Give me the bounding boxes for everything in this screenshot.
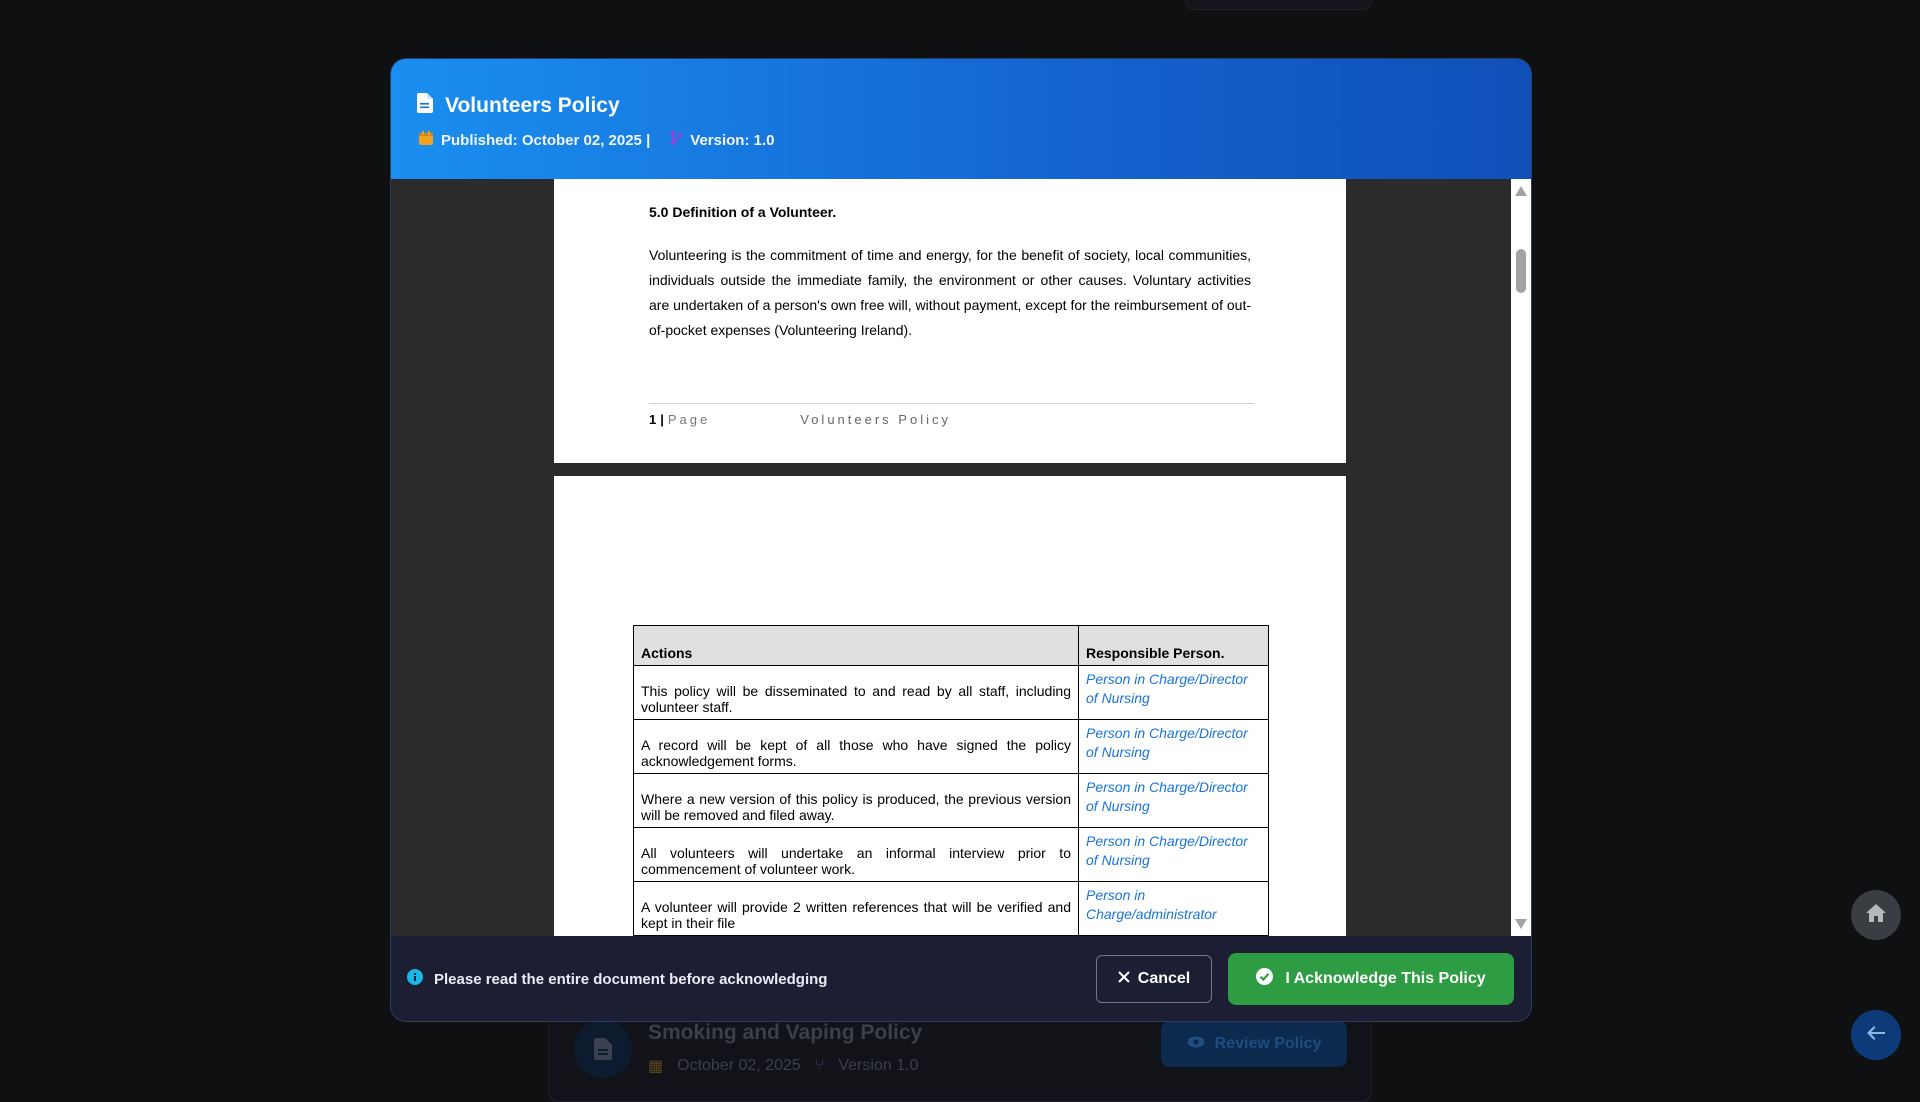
- background-document-icon: [574, 1020, 632, 1078]
- back-button[interactable]: [1851, 1010, 1901, 1060]
- table-cell-action: This policy will be disseminated to and …: [633, 665, 1079, 720]
- scroll-up-arrow[interactable]: [1515, 183, 1527, 201]
- acknowledge-label: I Acknowledge This Policy: [1285, 970, 1486, 987]
- scrollbar-thumb[interactable]: [1516, 249, 1526, 293]
- table-cell-responsible: Person in Charge/administrator: [1078, 881, 1269, 936]
- check-circle-icon: [1256, 968, 1274, 990]
- section-heading: 5.0 Definition of a Volunteer.: [649, 204, 837, 220]
- read-notice: Please read the entire document before a…: [407, 969, 827, 989]
- table-cell-action: A record will be kept of all those who h…: [633, 719, 1079, 774]
- table-row: All volunteers will undertake an informa…: [633, 827, 1269, 882]
- table-cell-action: Where a new version of this policy is pr…: [633, 773, 1079, 828]
- modal-meta: Published: October 02, 2025 | Version: 1…: [419, 130, 775, 150]
- table-cell-action: A volunteer will provide 2 written refer…: [633, 881, 1079, 936]
- cancel-button[interactable]: Cancel: [1096, 955, 1212, 1003]
- calendar-icon: [419, 131, 433, 149]
- calendar-icon: ▦: [648, 1058, 664, 1075]
- version-icon: ⑂: [814, 1057, 825, 1074]
- home-icon: [1866, 903, 1886, 927]
- background-card-title: Smoking and Vaping Policy: [648, 1021, 923, 1044]
- review-policy-button[interactable]: Review Policy: [1161, 1021, 1347, 1067]
- page-number: 1: [649, 412, 657, 427]
- acknowledge-button[interactable]: I Acknowledge This Policy: [1228, 953, 1514, 1005]
- background-card-date: October 02, 2025: [677, 1057, 801, 1074]
- table-cell-responsible: Person in Charge/Director of Nursing: [1078, 827, 1269, 882]
- document-icon: [417, 93, 433, 119]
- read-notice-text: Please read the entire document before a…: [434, 970, 828, 988]
- info-icon: [407, 969, 423, 989]
- home-button[interactable]: [1851, 890, 1901, 940]
- background-card-version: Version 1.0: [838, 1057, 919, 1074]
- document-page: 5.0 Definition of a Volunteer. Volunteer…: [554, 179, 1346, 463]
- background-top-element: [1185, 0, 1372, 10]
- viewer-scrollbar[interactable]: [1511, 179, 1531, 936]
- policy-version: Version: 1.0: [690, 131, 775, 149]
- table-cell-responsible: Person in Charge/Director of Nursing: [1078, 773, 1269, 828]
- actions-table: Actions Responsible Person. This policy …: [633, 625, 1269, 936]
- table-header-responsible: Responsible Person.: [1078, 625, 1269, 666]
- modal-title-row: Volunteers Policy: [417, 93, 620, 119]
- page-footer-separator: |: [660, 412, 664, 427]
- table-row: This policy will be disseminated to and …: [633, 665, 1269, 720]
- table-cell-action: All volunteers will undertake an informa…: [633, 827, 1079, 882]
- version-branch-icon: [670, 130, 682, 150]
- page-label: Page: [667, 412, 711, 427]
- table-row: Where a new version of this policy is pr…: [633, 773, 1269, 828]
- published-date: Published: October 02, 2025 |: [441, 131, 651, 149]
- page-document-name: Volunteers Policy: [800, 412, 951, 427]
- modal-footer: Please read the entire document before a…: [391, 936, 1531, 1021]
- background-card-meta: ▦ October 02, 2025 ⑂ Version 1.0: [648, 1056, 918, 1076]
- modal-title: Volunteers Policy: [445, 94, 620, 117]
- page-footer: 1 | Page Volunteers Policy: [649, 412, 951, 427]
- close-icon: [1118, 970, 1130, 988]
- table-cell-responsible: Person in Charge/Director of Nursing: [1078, 665, 1269, 720]
- table-cell-responsible: Person in Charge/Director of Nursing: [1078, 719, 1269, 774]
- policy-modal: Volunteers Policy Published: October 02,…: [390, 58, 1532, 1022]
- table-row: A volunteer will provide 2 written refer…: [633, 881, 1269, 936]
- table-header-actions: Actions: [633, 625, 1079, 666]
- cancel-label: Cancel: [1137, 970, 1191, 987]
- table-row: A record will be kept of all those who h…: [633, 719, 1269, 774]
- modal-header: Volunteers Policy Published: October 02,…: [391, 59, 1531, 179]
- section-body: Volunteering is the commitment of time a…: [649, 247, 1251, 338]
- page-footer-divider: [649, 403, 1254, 404]
- document-page: Actions Responsible Person. This policy …: [554, 476, 1346, 936]
- eye-icon: [1187, 1035, 1205, 1053]
- table-header-row: Actions Responsible Person.: [633, 625, 1269, 666]
- scroll-down-arrow[interactable]: [1515, 916, 1527, 934]
- review-policy-label: Review Policy: [1214, 1035, 1322, 1052]
- pdf-viewer[interactable]: 5.0 Definition of a Volunteer. Volunteer…: [391, 179, 1531, 936]
- arrow-left-icon: [1867, 1025, 1885, 1045]
